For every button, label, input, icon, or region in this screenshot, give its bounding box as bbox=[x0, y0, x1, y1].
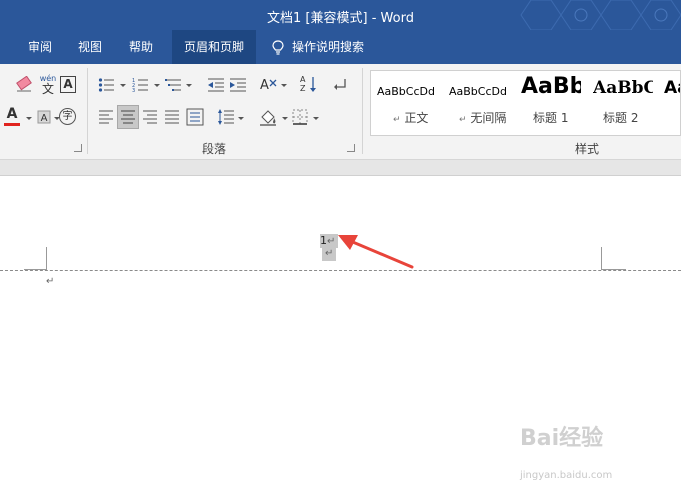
svg-text:A: A bbox=[260, 78, 269, 93]
tab-help[interactable]: 帮助 bbox=[119, 30, 163, 64]
lightbulb-icon bbox=[272, 40, 284, 55]
font-color-letter: A bbox=[6, 106, 18, 122]
phonetic-guide-icon[interactable]: wén 文 bbox=[38, 74, 58, 96]
align-center-glyph bbox=[121, 110, 135, 124]
watermark-brand: Bai经验 bbox=[520, 426, 604, 451]
font-color-dropdown-icon[interactable] bbox=[26, 117, 32, 120]
justify-icon[interactable] bbox=[164, 110, 180, 124]
font-dialog-launcher-icon[interactable] bbox=[74, 144, 82, 152]
borders-dropdown-icon[interactable] bbox=[313, 117, 319, 120]
line-spacing-dropdown-icon[interactable] bbox=[238, 117, 244, 120]
ribbon: wén 文 A A A 字 1 2 3 A A Z 段落 AaBbCcDd ↵ … bbox=[0, 64, 681, 160]
page-number-text: 1 bbox=[320, 234, 327, 247]
style-marker: ↵ bbox=[459, 115, 467, 125]
group-separator bbox=[362, 68, 363, 154]
style-normal[interactable]: AaBbCcDd ↵ 正文 bbox=[377, 71, 447, 135]
watermark-url: jingyan.baidu.com bbox=[520, 470, 613, 481]
paragraph-group-label: 段落 bbox=[202, 142, 227, 156]
ribbon-tab-bar: 审阅 视图 帮助 页眉和页脚 操作说明搜索 bbox=[0, 30, 681, 64]
distributed-icon[interactable] bbox=[186, 108, 204, 126]
highlight-icon[interactable]: A bbox=[36, 109, 52, 125]
red-arrow-annotation-icon bbox=[338, 235, 414, 269]
bullets-dropdown-icon[interactable] bbox=[120, 84, 126, 87]
margin-corner-right-h bbox=[601, 269, 626, 270]
align-right-icon[interactable] bbox=[142, 110, 158, 124]
show-marks-icon[interactable] bbox=[333, 77, 349, 93]
style-name: ↵ 正文 bbox=[393, 109, 428, 126]
title-bar: 文档1 [兼容模式] - Word bbox=[0, 0, 681, 30]
style-name: 标题 2 bbox=[603, 111, 639, 125]
align-left-icon[interactable] bbox=[98, 110, 114, 124]
phonetic-bottom: 文 bbox=[41, 82, 54, 96]
style-no-spacing[interactable]: AaBbCcDd ↵ 无间隔 bbox=[449, 71, 519, 135]
multilevel-dropdown-icon[interactable] bbox=[186, 84, 192, 87]
style-marker: ↵ bbox=[393, 115, 401, 125]
style-sample: AaBbC bbox=[593, 78, 653, 98]
increase-indent-icon[interactable] bbox=[229, 77, 247, 93]
multilevel-list-icon[interactable] bbox=[165, 77, 183, 93]
tell-me-label: 操作说明搜索 bbox=[292, 40, 365, 54]
group-separator bbox=[87, 68, 88, 154]
clear-format-icon[interactable] bbox=[14, 76, 34, 94]
borders-icon[interactable] bbox=[292, 109, 308, 125]
align-center-icon[interactable] bbox=[117, 105, 139, 129]
styles-group-label: 样式 bbox=[575, 142, 600, 156]
tab-view[interactable]: 视图 bbox=[68, 30, 112, 64]
sort-arrow-icon bbox=[310, 77, 316, 92]
margin-corner-left-h bbox=[24, 269, 47, 270]
svg-text:A: A bbox=[41, 113, 48, 124]
style-name: ↵ 无间隔 bbox=[459, 109, 506, 126]
tab-header-footer[interactable]: 页眉和页脚 bbox=[172, 30, 257, 64]
style-sample: Aa bbox=[664, 78, 680, 98]
enclose-characters-icon[interactable]: 字 bbox=[59, 108, 76, 125]
chinese-layout-dropdown-icon[interactable] bbox=[281, 84, 287, 87]
style-heading-1[interactable]: AaBb 标题 1 bbox=[521, 71, 581, 135]
tab-review[interactable]: 审阅 bbox=[18, 30, 62, 64]
bullets-icon[interactable] bbox=[98, 77, 116, 93]
style-heading-2[interactable]: AaBbC 标题 2 bbox=[593, 71, 653, 135]
chinese-layout-icon[interactable]: A bbox=[259, 76, 279, 94]
font-color-bar bbox=[4, 123, 20, 126]
style-name-text: 正文 bbox=[404, 111, 429, 125]
margin-corner-left bbox=[46, 247, 47, 269]
style-sample: AaBbCcDd bbox=[377, 85, 435, 98]
document-top-bar bbox=[0, 160, 681, 176]
svg-text:3: 3 bbox=[132, 88, 135, 93]
styles-gallery: AaBbCcDd ↵ 正文 AaBbCcDd ↵ 无间隔 AaBb 标题 1 A… bbox=[370, 70, 681, 136]
shading-icon[interactable] bbox=[258, 107, 278, 127]
numbering-icon[interactable]: 1 2 3 bbox=[132, 77, 150, 93]
style-sample: AaBb bbox=[521, 74, 581, 99]
font-color-icon[interactable]: A bbox=[4, 107, 20, 127]
margin-corner-right bbox=[601, 247, 602, 269]
character-border-icon[interactable]: A bbox=[60, 76, 76, 93]
paragraph-mark: ↵ bbox=[46, 276, 55, 287]
paragraph-dialog-launcher-icon[interactable] bbox=[347, 144, 355, 152]
shading-dropdown-icon[interactable] bbox=[282, 117, 288, 120]
style-sample: AaBbCcDd bbox=[449, 85, 507, 98]
style-title[interactable]: Aa bbox=[664, 71, 680, 135]
sort-icon[interactable]: A Z bbox=[300, 75, 318, 95]
style-name: 标题 1 bbox=[533, 111, 569, 125]
line-spacing-icon[interactable] bbox=[217, 108, 235, 126]
title-bar-decoration-icon bbox=[520, 0, 681, 30]
numbering-dropdown-icon[interactable] bbox=[154, 84, 160, 87]
style-name-text: 无间隔 bbox=[470, 111, 507, 125]
tell-me-search[interactable]: 操作说明搜索 bbox=[262, 30, 374, 64]
decrease-indent-icon[interactable] bbox=[207, 77, 225, 93]
